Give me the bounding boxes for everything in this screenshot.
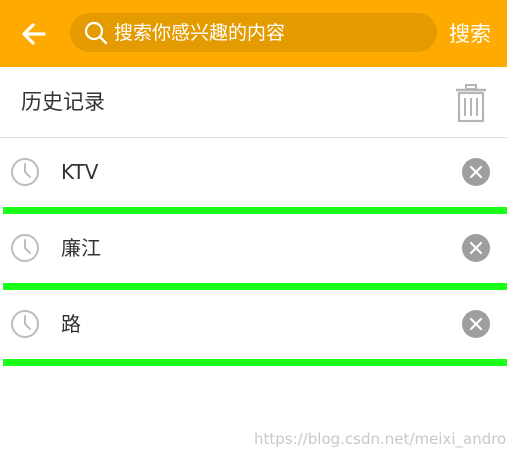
clock-icon [11,310,39,338]
item-divider [3,283,507,290]
watermark: https://blog.csdn.net/meixi_android [254,430,507,448]
history-item[interactable]: KTV [0,138,507,214]
history-item-text: KTV [61,160,99,184]
clock-icon [11,234,39,262]
search-icon [84,21,108,45]
close-circle-icon[interactable] [461,233,491,263]
history-title: 历史记录 [21,90,105,114]
close-circle-icon[interactable] [461,157,491,187]
search-input[interactable] [114,13,424,52]
clear-history-button[interactable] [454,83,488,123]
back-button[interactable] [14,16,54,52]
history-item-text: 路 [61,312,81,336]
arrow-left-icon [22,23,46,45]
item-divider [3,359,507,366]
trash-icon [456,84,486,123]
history-item[interactable]: 路 [0,290,507,366]
history-item[interactable]: 廉江 [0,214,507,290]
history-header: 历史记录 [0,67,507,138]
history-item-text: 廉江 [61,236,101,260]
top-bar: 搜索 [0,0,507,67]
search-box[interactable] [70,13,437,52]
clock-icon [11,158,39,186]
close-circle-icon[interactable] [461,309,491,339]
search-button[interactable]: 搜索 [449,20,491,48]
item-divider [3,207,507,214]
